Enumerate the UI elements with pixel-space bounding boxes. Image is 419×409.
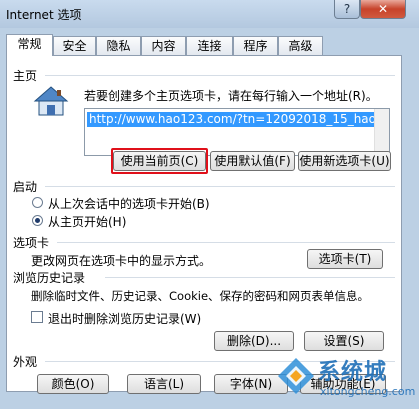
url-scrollbar[interactable] (374, 109, 389, 155)
homepage-hint: 若要创建多个主页选项卡，请在每行输入一个地址(R)。 (84, 89, 378, 103)
history-section-title: 浏览历史记录 (13, 271, 86, 285)
history-settings-button[interactable]: 设置(S) (304, 331, 384, 351)
watermark-logo-icon (278, 358, 314, 394)
appearance-section-title: 外观 (13, 355, 38, 369)
use-default-button[interactable]: 使用默认值(F) (210, 151, 295, 171)
radio-last-session-label: 从上次会话中的选项卡开始(B) (48, 197, 210, 211)
tab-connections[interactable]: 连接 (186, 36, 233, 55)
watermark: 系统城 xitongcheng.com (276, 352, 416, 404)
radio-start-home-label: 从主页开始(H) (48, 215, 127, 229)
divider (105, 277, 395, 278)
homepage-section-title: 主页 (13, 69, 38, 83)
tab-general[interactable]: 常规 (6, 34, 53, 56)
radio-start-home[interactable] (32, 215, 43, 226)
tabs-section-title: 选项卡 (13, 236, 50, 250)
divider (45, 186, 395, 187)
history-description: 删除临时文件、历史记录、Cookie、保存的密码和网页表单信息。 (31, 289, 370, 303)
close-button[interactable]: ✕ (360, 0, 406, 19)
startup-section-title: 启动 (13, 180, 38, 194)
general-panel: 主页 若要创建多个主页选项卡，请在每行输入一个地址(R)。 http://www… (6, 55, 402, 394)
tab-privacy[interactable]: 隐私 (96, 36, 141, 55)
tab-advanced[interactable]: 高级 (278, 36, 323, 55)
help-button[interactable]: ? (334, 0, 360, 19)
delete-history-button[interactable]: 删除(D)... (214, 331, 294, 351)
delete-on-exit-label: 退出时删除浏览历史记录(W) (48, 312, 202, 326)
divider (45, 75, 395, 76)
tabs-description: 更改网页在选项卡中的显示方式。 (31, 254, 212, 268)
delete-on-exit-checkbox[interactable] (31, 311, 43, 323)
watermark-brand: 系统城 (318, 360, 388, 385)
window-title: Internet 选项 (6, 8, 82, 22)
homepage-url-text: http://www.hao123.com/?tn=12092018_15_ha… (87, 112, 377, 127)
tab-content[interactable]: 内容 (141, 36, 186, 55)
tab-security[interactable]: 安全 (53, 36, 96, 55)
home-icon (33, 86, 69, 116)
watermark-site: xitongcheng.com (320, 385, 416, 398)
use-new-tab-button[interactable]: 使用新选项卡(U) (298, 151, 391, 171)
red-highlight-box (111, 148, 208, 174)
tabs-button[interactable]: 选项卡(T) (307, 249, 383, 269)
tab-programs[interactable]: 程序 (233, 36, 278, 55)
colors-button[interactable]: 颜色(O) (37, 374, 109, 394)
radio-last-session[interactable] (32, 197, 43, 208)
languages-button[interactable]: 语言(L) (127, 374, 201, 394)
divider (57, 242, 395, 243)
